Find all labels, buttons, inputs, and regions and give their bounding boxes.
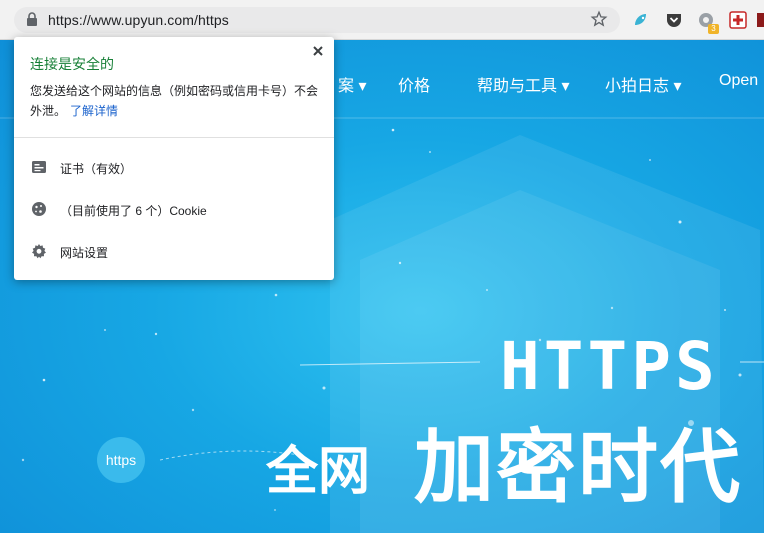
cookie-icon — [32, 202, 46, 216]
popup-description: 您发送给这个网站的信息（例如密码或信用卡号）不会外泄。 了解详情 — [30, 81, 324, 121]
popup-title: 连接是安全的 — [30, 56, 114, 72]
site-settings-label: 网站设置 — [60, 246, 109, 260]
hero-title-quanwang: 全网 — [266, 443, 371, 501]
browser-toolbar: https://www.upyun.com/https 3 — [0, 0, 764, 40]
extension-partial-icon[interactable] — [757, 11, 764, 29]
learn-more-link[interactable]: 了解详情 — [70, 104, 118, 118]
https-bubble: https — [97, 437, 145, 483]
popup-divider — [14, 137, 334, 138]
site-info-popup: 连接是安全的 您发送给这个网站的信息（例如密码或信用卡号）不会外泄。 了解详情 证… — [14, 37, 334, 280]
certificate-row[interactable]: 证书（有效） — [14, 149, 334, 185]
url-text[interactable]: https://www.upyun.com/https — [48, 12, 229, 28]
nav-item-open[interactable]: Open — [719, 72, 758, 90]
nav-item-help-tools[interactable]: 帮助与工具 ▾ — [477, 72, 569, 96]
bookmark-star-icon[interactable] — [590, 10, 608, 28]
hero-title-jiami: 加密时代 — [414, 423, 742, 512]
nav-item-blog[interactable]: 小拍日志 ▾ — [605, 72, 681, 96]
hero-title-https: HTTPS — [500, 328, 719, 405]
extension-badge: 3 — [708, 24, 719, 34]
certificate-label: 证书（有效） — [60, 162, 133, 176]
cookies-label: （目前使用了 6 个）Cookie — [60, 204, 207, 218]
close-icon[interactable] — [310, 43, 326, 59]
site-settings-row[interactable]: 网站设置 — [14, 233, 334, 269]
gear-icon — [32, 244, 46, 259]
certificate-icon — [32, 161, 46, 173]
lock-icon[interactable] — [26, 11, 38, 27]
cookies-row[interactable]: （目前使用了 6 个）Cookie — [14, 191, 334, 227]
nav-item-solutions[interactable]: 案 ▾ — [338, 72, 366, 96]
extension-red-cross-icon[interactable] — [729, 11, 747, 29]
pocket-icon[interactable] — [665, 11, 683, 29]
https-bubble-label: https — [105, 452, 137, 468]
extension-bird-icon[interactable] — [632, 11, 650, 29]
nav-item-pricing[interactable]: 价格 — [398, 72, 430, 96]
